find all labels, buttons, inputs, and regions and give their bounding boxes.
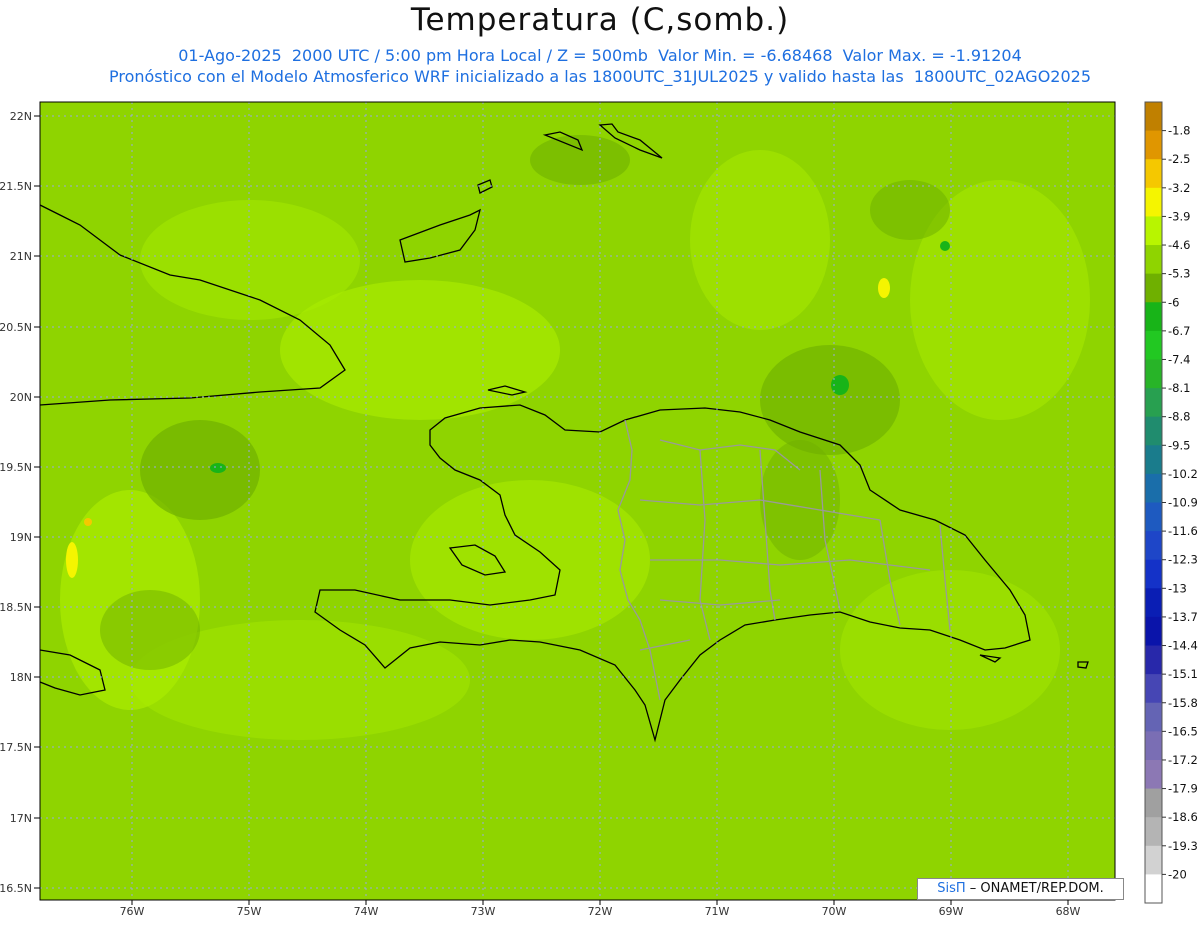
lon-label: 69W [939, 905, 964, 918]
colorbar-label: -17.9 [1168, 782, 1198, 796]
colorbar-label: -1.8 [1168, 124, 1190, 138]
colorbar-swatch [1145, 187, 1162, 217]
lat-label: 19.5N [0, 461, 32, 474]
lon-label: 74W [354, 905, 379, 918]
colorbar-label: -15.1 [1168, 667, 1198, 681]
colorbar-swatch [1145, 645, 1162, 675]
colorbar-swatch [1145, 473, 1162, 503]
colorbar: -1.8 -2.5 -3.2 -3.9 -4.6 -5.3 -6 -6.7 -7.4 -8.1 -8… [1144, 101, 1198, 904]
colorbar-label: -13.7 [1168, 610, 1198, 624]
lat-label: 17N [10, 812, 32, 825]
colorbar-label: -12.3 [1168, 553, 1198, 567]
map-area [40, 102, 1115, 900]
colorbar-label: -16.5 [1168, 724, 1198, 738]
colorbar-label: -9.5 [1168, 438, 1190, 452]
lat-label: 18N [10, 671, 32, 684]
colorbar-swatch [1145, 759, 1162, 790]
colorbar-label: -8.1 [1168, 381, 1190, 395]
colorbar-swatch [1145, 616, 1162, 647]
colorbar-label: -3.2 [1168, 181, 1190, 195]
lon-label: 71W [705, 905, 730, 918]
colorbar-label: -19.3 [1168, 839, 1198, 853]
lat-label: 22N [10, 110, 32, 123]
colorbar-label: -7.4 [1168, 352, 1190, 366]
lon-label: 68W [1056, 905, 1081, 918]
lat-label: 19N [10, 531, 32, 544]
map-figure: 22N 21.5N 21N 20.5N 20N 19.5N 19N 18.5N … [0, 101, 1198, 918]
colorbar-swatch [1145, 874, 1162, 904]
lat-label: 17.5N [0, 741, 32, 754]
colorbar-label: -4.6 [1168, 238, 1190, 252]
latitude-labels: 22N 21.5N 21N 20.5N 20N 19.5N 19N 18.5N … [0, 110, 40, 895]
colorbar-swatch [1145, 702, 1162, 732]
sispi-logo: SisΠ [937, 881, 966, 896]
colorbar-label: -15.8 [1168, 696, 1198, 710]
colorbar-label: -10.9 [1168, 496, 1198, 510]
colorbar-swatch [1145, 845, 1162, 875]
lat-label: 18.5N [0, 601, 32, 614]
colorbar-swatch [1145, 102, 1162, 132]
colorbar-label: -6.7 [1168, 324, 1190, 338]
lat-label: 16.5N [0, 882, 32, 895]
colorbar-label: -6 [1168, 295, 1179, 309]
colorbar-label: -8.8 [1168, 410, 1190, 424]
colorbar-swatch [1145, 302, 1162, 332]
lon-label: 73W [471, 905, 496, 918]
colorbar-swatch [1145, 330, 1162, 360]
colorbar-swatch [1145, 416, 1162, 446]
colorbar-swatch [1145, 359, 1162, 389]
organization-label: – ONAMET/REP.DOM. [969, 881, 1104, 896]
lon-label: 76W [120, 905, 145, 918]
lat-label: 20.5N [0, 321, 32, 334]
colorbar-label: -17.2 [1168, 753, 1198, 767]
colorbar-label: -10.2 [1168, 467, 1198, 481]
lat-label: 20N [10, 391, 32, 404]
colorbar-swatch [1145, 130, 1162, 160]
colorbar-swatch [1145, 502, 1162, 532]
lon-label: 75W [237, 905, 262, 918]
colorbar-swatch [1145, 245, 1162, 275]
colorbar-swatch [1145, 588, 1162, 618]
colorbar-swatch [1145, 273, 1162, 303]
colorbar-label: -2.5 [1168, 152, 1190, 166]
lat-label: 21.5N [0, 180, 32, 193]
colorbar-label: -11.6 [1168, 524, 1198, 538]
colorbar-swatch [1145, 445, 1162, 475]
colorbar-swatch [1145, 674, 1162, 704]
colorbar-swatch [1145, 531, 1162, 561]
colorbar-swatch [1145, 731, 1162, 761]
lon-label: 70W [822, 905, 847, 918]
brand-footer: SisΠ – ONAMET/REP.DOM. [917, 878, 1124, 900]
colorbar-label: -14.4 [1168, 639, 1198, 653]
colorbar-swatch [1145, 817, 1162, 847]
colorbar-label: -3.9 [1168, 209, 1190, 223]
lat-label: 21N [10, 250, 32, 263]
colorbar-label: -18.6 [1168, 810, 1198, 824]
colorbar-label: -5.3 [1168, 267, 1190, 281]
colorbar-swatch [1145, 559, 1162, 589]
colorbar-label: -20 [1168, 867, 1187, 881]
colorbar-swatch [1145, 788, 1162, 818]
longitude-labels: 76W 75W 74W 73W 72W 71W 70W 69W 68W [120, 900, 1081, 918]
colorbar-swatch [1145, 159, 1162, 189]
colorbar-label: -13 [1168, 581, 1187, 595]
lon-label: 72W [588, 905, 613, 918]
colorbar-swatch [1145, 388, 1162, 418]
colorbar-swatch [1145, 216, 1162, 246]
